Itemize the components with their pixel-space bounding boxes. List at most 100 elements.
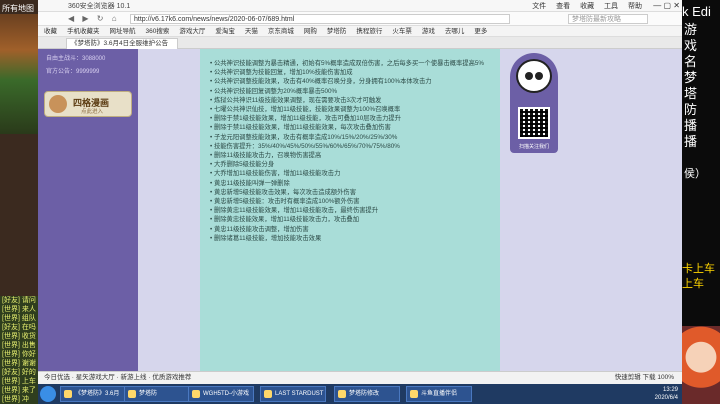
chat-line: [世界] 你好 — [2, 351, 36, 358]
bookmark-item[interactable]: 爱淘宝 — [215, 28, 235, 35]
anime-avatar-image — [682, 326, 720, 404]
clock-time: 13:29 — [662, 387, 678, 393]
patch-note-item: • 子龙元阳调整技能效果，攻击有概率造成10%/15%/20%/25%/30% — [210, 133, 398, 141]
address-bar: ◀ ▶ ↻ ⌂ http://v6.17k6.com/news/news/202… — [38, 12, 682, 26]
patch-note-item: • 删除于禁1级技能效果，增加11级技能，攻击可叠加10层攻击力提升 — [210, 115, 402, 123]
chat-line: [世界] 出售 — [2, 342, 36, 349]
left-game-strip: 所有地图 [好友] 请问 [世界] 来人 [世界] 组队 [好友] 在吗 [世界] 收货… — [0, 0, 38, 404]
stream-overlay: k Edi 游戏名梦塔防播播侯） 卡上车 上车 — [682, 0, 720, 404]
panel-line: 官方公告：9999999 — [46, 69, 100, 75]
refresh-icon[interactable]: ↻ — [97, 14, 104, 23]
chat-line: [世界] 谢谢 — [2, 360, 36, 367]
home-icon[interactable]: ⌂ — [112, 14, 117, 23]
game-art-image — [0, 14, 38, 134]
bookmark-item[interactable]: 去哪儿 — [445, 28, 465, 35]
game-strip-title: 所有地图 — [2, 4, 34, 13]
patch-note-item: • 公共神识技能调整为暴击精通，初始有5%概率造成双倍伤害，之后每多买一个使暴击… — [210, 60, 485, 67]
patch-note-item: • 删除诸葛11级技能，增加技能攻击效果 — [210, 234, 322, 242]
overlay-text: 游 — [684, 22, 698, 37]
follow-widget[interactable]: 扫描关注我们 — [510, 53, 558, 153]
forward-icon[interactable]: ▶ — [82, 14, 88, 23]
patch-note-item: • 公共神识技能回复调整为20%概率暴击500% — [210, 87, 338, 95]
panel-line: 自由主战斗：3088000 — [46, 56, 106, 62]
bookmark-item[interactable]: 360搜索 — [146, 28, 170, 35]
patch-note-item: • 炼狱公共神识11级技能效果调整，现在需要攻击3次才可触发 — [210, 96, 382, 104]
patch-note-item: • 黄忠11级技能攻击调整，增加伤害 — [210, 225, 309, 233]
taskbar-clock: 13:29 2020/6/4 — [655, 386, 678, 402]
patch-note-item: • 删除黄忠技能效果，增加11级技能攻击力，攻击叠加 — [210, 216, 360, 224]
overlay-text: 防 — [684, 102, 698, 117]
bookmark-item[interactable]: 火车票 — [392, 28, 412, 35]
game-chat-panel: [好友] 请问 [世界] 来人 [世界] 组队 [好友] 在吗 [世界] 收货 [世界] … — [0, 296, 38, 404]
bookmark-item[interactable]: 京东商城 — [268, 28, 294, 35]
comic-button[interactable]: 四格漫画 点此进入 — [44, 91, 132, 117]
taskbar-app[interactable]: 梦塔防修改 — [334, 386, 400, 402]
bookmark-item[interactable]: 手机收藏夹 — [67, 28, 100, 35]
overlay-text: 播 — [684, 118, 698, 133]
overlay-text: 名 — [684, 54, 698, 69]
taskbar: 13:29 2020/6/4 《梦塔防》3.6月 梦塔防 WGH5TD-小游戏 LAS… — [38, 384, 682, 404]
back-icon[interactable]: ◀ — [68, 14, 74, 23]
chat-line: [世界] 组队 — [2, 315, 36, 322]
patch-note-item: • 公共神识调整技能效果，攻击有40%概率召唤分身，分身拥有100%本体攻击力 — [210, 78, 432, 86]
screen: 所有地图 [好友] 请问 [世界] 来人 [世界] 组队 [好友] 在吗 [世界] 收货… — [0, 0, 720, 404]
start-button-icon[interactable] — [40, 386, 56, 402]
chat-line: [世界] 收货 — [2, 333, 36, 340]
taskbar-app[interactable]: 斗鱼直播伴侣 — [406, 386, 472, 402]
overlay-tag: 侯） — [684, 168, 706, 180]
search-input[interactable]: 梦塔防最新攻略 — [568, 14, 648, 24]
bookmarks-bar: 收藏 手机收藏夹 网址导航 360搜索 游戏大厅 爱淘宝 天猫 京东商城 网购 梦塔防 携程旅行 火车… — [38, 26, 682, 37]
chat-line: [世界] 来人 — [2, 306, 36, 313]
taskbar-app[interactable]: LAST STARDUST — [260, 386, 326, 402]
menu-item-file[interactable]: 文件 — [532, 3, 546, 10]
patch-note-item: • 删除11级技能攻击力，召唤物伤害提高 — [210, 152, 322, 160]
taskbar-app[interactable]: 《梦塔防》3.6月 — [60, 386, 126, 402]
chat-line: [世界] 来了 — [2, 387, 36, 394]
menu-item-help[interactable]: 帮助 — [628, 3, 642, 10]
bookmark-item[interactable]: 游戏大厅 — [179, 28, 205, 35]
status-left: 今日优选 · 星矢游戏大厅 · 新游上线 · 优质游戏推荐 — [44, 374, 192, 381]
taskbar-app[interactable]: WGH5TD-小游戏 — [188, 386, 254, 402]
avatar — [49, 95, 67, 113]
titlebar: 360安全浏览器 10.1 文件 查看 收藏 工具 帮助 — ▢ ✕ — [38, 0, 682, 12]
article-content: • 公共神识技能调整为暴击精通，初始有5%概率造成双倍伤害，之后每多买一个使暴击… — [200, 49, 500, 371]
menu-item-view[interactable]: 查看 — [556, 3, 570, 10]
patch-note-item: • 公共神识调整为技能回复，增加10%技能伤害加成 — [210, 69, 353, 77]
nav-buttons: ◀ ▶ ↻ ⌂ — [68, 14, 123, 23]
overlay-title: k Edi — [682, 4, 711, 19]
bookmark-item[interactable]: 网址导航 — [110, 28, 136, 35]
patch-note-item: • 黄忠11级技能叫弹一弹删除 — [210, 179, 290, 187]
chat-line: [好友] 请问 — [2, 297, 36, 304]
patch-note-item: • 黄忠新增5级技能攻击效果，每次攻击造成额外伤害 — [210, 188, 356, 196]
patch-note-item: • 大乔删除5级技能分身 — [210, 161, 275, 169]
bookmark-item[interactable]: 天猫 — [245, 28, 258, 35]
window-controls[interactable]: — ▢ ✕ — [653, 1, 680, 10]
chat-line: [世界] 冲 — [2, 396, 29, 403]
menu-item-tools[interactable]: 工具 — [604, 3, 618, 10]
overlay-highlight-text: 上车 — [682, 278, 704, 290]
menu-item-favorites[interactable]: 收藏 — [580, 3, 594, 10]
chat-line: [好友] 好的 — [2, 369, 36, 376]
chat-line: [好友] 在吗 — [2, 324, 36, 331]
status-bar: 今日优选 · 星矢游戏大厅 · 新游上线 · 优质游戏推荐 快速剪辑 下载 10… — [38, 371, 682, 384]
panda-mascot-icon — [516, 59, 552, 93]
bookmark-item[interactable]: 梦塔防 — [327, 28, 347, 35]
overlay-highlight-text: 卡上车 — [682, 263, 715, 275]
url-input[interactable]: http://v6.17k6.com/news/news/2020-06-07/… — [130, 14, 510, 24]
tab-active[interactable]: 《梦塔防》3.6月4日全服维护公告 — [66, 38, 178, 49]
bookmark-item[interactable]: 携程旅行 — [356, 28, 382, 35]
overlay-text: 塔 — [684, 86, 698, 101]
patch-note-item: • 黄忠新增5级技能：攻击时有概率造成100%额外伤害 — [210, 198, 360, 206]
patch-note-item: • 删除黄忠11级技能效果，增加11级技能攻击，最终伤害提升 — [210, 207, 379, 215]
qr-code-icon — [518, 107, 550, 139]
overlay-text: 梦 — [684, 70, 698, 85]
patch-note-item: • 七曜公共神识仙技，增加11级技能，技能效果调整为100%召唤概率 — [210, 106, 401, 114]
bookmark-item[interactable]: 游戏 — [422, 28, 435, 35]
bookmark-item[interactable]: 收藏 — [44, 28, 57, 35]
taskbar-app[interactable]: 梦塔防 — [124, 386, 190, 402]
tab-bar: 《梦塔防》3.6月4日全服维护公告 — [38, 37, 682, 49]
bookmark-item[interactable]: 更多 — [474, 28, 487, 35]
bookmark-item[interactable]: 网购 — [304, 28, 317, 35]
left-side-panel: 自由主战斗：3088000 官方公告：9999999 四格漫画 点此进入 — [38, 49, 138, 371]
status-right: 快速剪辑 下载 100% — [614, 374, 674, 381]
